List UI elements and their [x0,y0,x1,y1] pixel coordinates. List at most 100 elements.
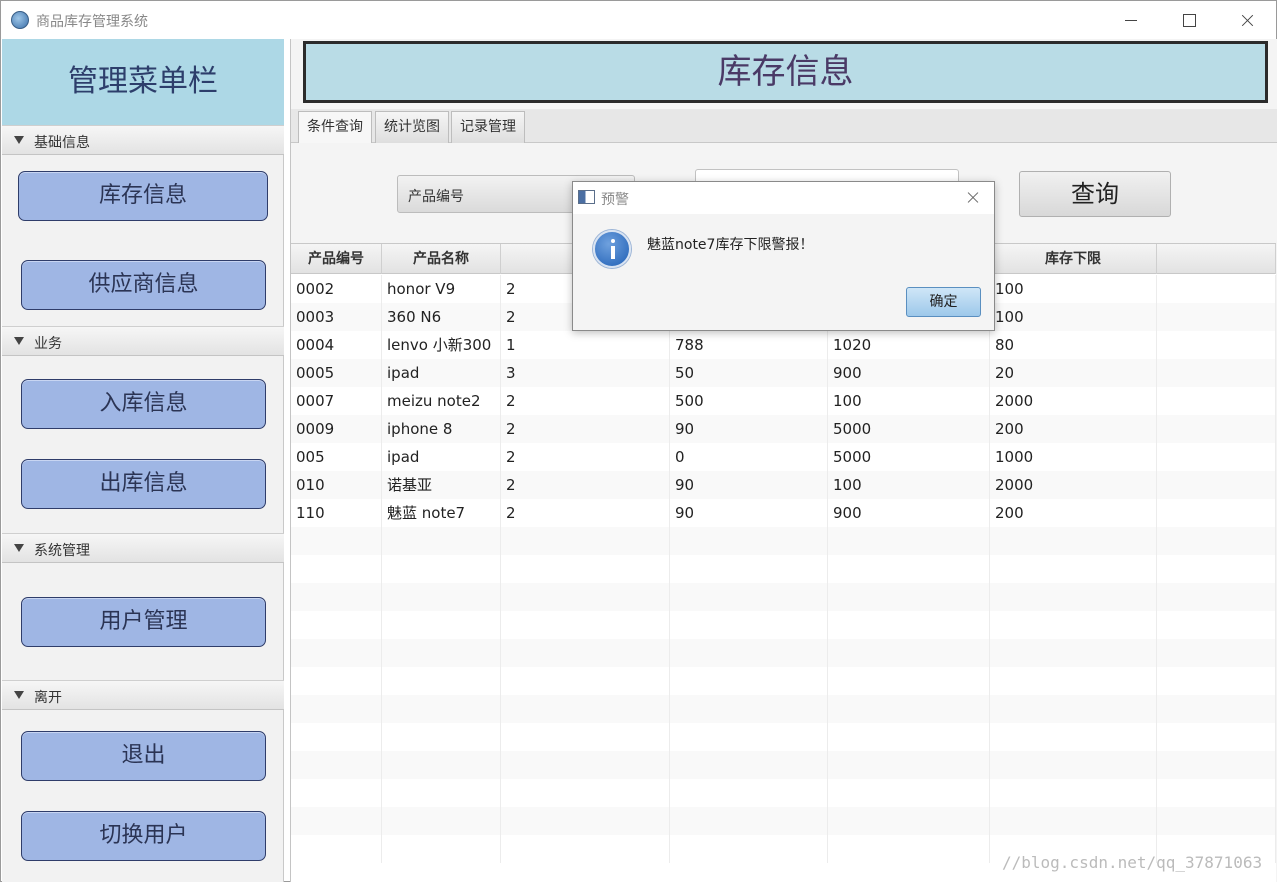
table-cell [1157,275,1276,303]
table-row[interactable] [291,695,1276,723]
table-cell [1157,779,1276,807]
table-cell [990,807,1157,835]
exit-button[interactable]: 退出 [21,731,266,781]
table-row[interactable]: 005 ipad 2 0 5000 1000 [291,443,1276,471]
table-row[interactable] [291,611,1276,639]
section-label: 离开 [34,690,62,706]
table-cell [670,835,828,863]
tab-statistics-view[interactable]: 统计览图 [375,111,449,143]
table-cell [382,835,501,863]
table-cell [670,555,828,583]
close-window-button[interactable] [1217,1,1275,39]
table-cell [670,807,828,835]
table-row[interactable]: 0004 lenvo 小新300 1 788 1020 80 [291,331,1276,359]
table-cell [291,527,382,555]
column-header[interactable] [1157,244,1276,274]
table-cell: 2 [501,415,670,443]
table-cell [1157,499,1276,527]
table-cell: 1 [501,331,670,359]
table-cell [990,611,1157,639]
table-cell [382,779,501,807]
table-cell [990,695,1157,723]
table-cell: 2 [501,499,670,527]
watermark: //blog.csdn.net/qq_37871063 [1002,853,1263,872]
table-cell [382,695,501,723]
table-cell [990,583,1157,611]
table-cell [501,751,670,779]
table-cell [990,779,1157,807]
tab-condition-query[interactable]: 条件查询 [298,111,372,143]
table-row[interactable] [291,751,1276,779]
user-management-button[interactable]: 用户管理 [21,597,266,647]
tab-record-management[interactable]: 记录管理 [451,111,525,143]
table-cell: 80 [990,331,1157,359]
tab-bar: 条件查询 统计览图 记录管理 [291,109,1277,143]
table-row[interactable] [291,527,1276,555]
table-cell [501,611,670,639]
maximize-button[interactable] [1159,1,1217,39]
table-row[interactable]: 0007 meizu note2 2 500 100 2000 [291,387,1276,415]
table-cell: 0009 [291,415,382,443]
table-cell: 0007 [291,387,382,415]
section-system-management[interactable]: 系统管理 [2,533,284,563]
table-cell [501,807,670,835]
table-cell [291,667,382,695]
table-cell: 0005 [291,359,382,387]
table-row[interactable] [291,779,1276,807]
table-cell [670,723,828,751]
section-leave[interactable]: 离开 [2,680,284,710]
table-cell: 110 [291,499,382,527]
table-row[interactable] [291,583,1276,611]
table-cell: meizu note2 [382,387,501,415]
column-header[interactable]: 产品名称 [382,244,501,274]
table-row[interactable] [291,639,1276,667]
table-cell: 5000 [828,443,990,471]
table-cell [1157,303,1276,331]
table-row[interactable]: 010 诺基亚 2 90 100 2000 [291,471,1276,499]
table-cell [670,611,828,639]
table-cell [291,751,382,779]
table-cell [828,611,990,639]
dialog-ok-button[interactable]: 确定 [906,287,981,317]
table-cell [990,667,1157,695]
table-cell [1157,639,1276,667]
collapse-triangle-icon [14,337,24,345]
info-icon [593,230,631,268]
table-row[interactable] [291,807,1276,835]
table-cell [501,639,670,667]
table-cell [828,639,990,667]
column-header[interactable]: 库存下限 [990,244,1157,274]
table-cell [291,723,382,751]
table-row[interactable] [291,555,1276,583]
table-cell [1157,415,1276,443]
table-row[interactable]: 0009 iphone 8 2 90 5000 200 [291,415,1276,443]
table-cell [1157,443,1276,471]
supplier-info-button[interactable]: 供应商信息 [21,260,266,310]
table-cell: 100 [828,471,990,499]
table-cell: 900 [828,499,990,527]
table-cell [1157,667,1276,695]
section-business[interactable]: 业务 [2,326,284,356]
table-cell: 50 [670,359,828,387]
stock-in-button[interactable]: 入库信息 [21,379,266,429]
warning-dialog: 预警 魅蓝note7库存下限警报！ 确定 [572,181,995,331]
table-row[interactable]: 0005 ipad 3 50 900 20 [291,359,1276,387]
section-basic-info[interactable]: 基础信息 [2,125,284,155]
table-row[interactable]: 110 魅蓝 note7 2 90 900 200 [291,499,1276,527]
menu-sidebar: 管理菜单栏 基础信息 库存信息 供应商信息 业务 入库信息 出库信息 系统管理 … [2,39,284,882]
switch-user-button[interactable]: 切换用户 [21,811,266,861]
table-cell: iphone 8 [382,415,501,443]
table-cell [670,695,828,723]
table-cell: 0004 [291,331,382,359]
table-cell: 100 [990,303,1157,331]
stock-out-button[interactable]: 出库信息 [21,459,266,509]
table-cell [291,807,382,835]
dialog-close-icon[interactable] [963,188,983,208]
minimize-button[interactable] [1101,1,1159,39]
table-cell [382,639,501,667]
table-row[interactable] [291,723,1276,751]
table-row[interactable] [291,667,1276,695]
inventory-info-button[interactable]: 库存信息 [18,171,268,221]
query-button[interactable]: 查询 [1019,171,1171,217]
column-header[interactable]: 产品编号 [291,244,382,274]
